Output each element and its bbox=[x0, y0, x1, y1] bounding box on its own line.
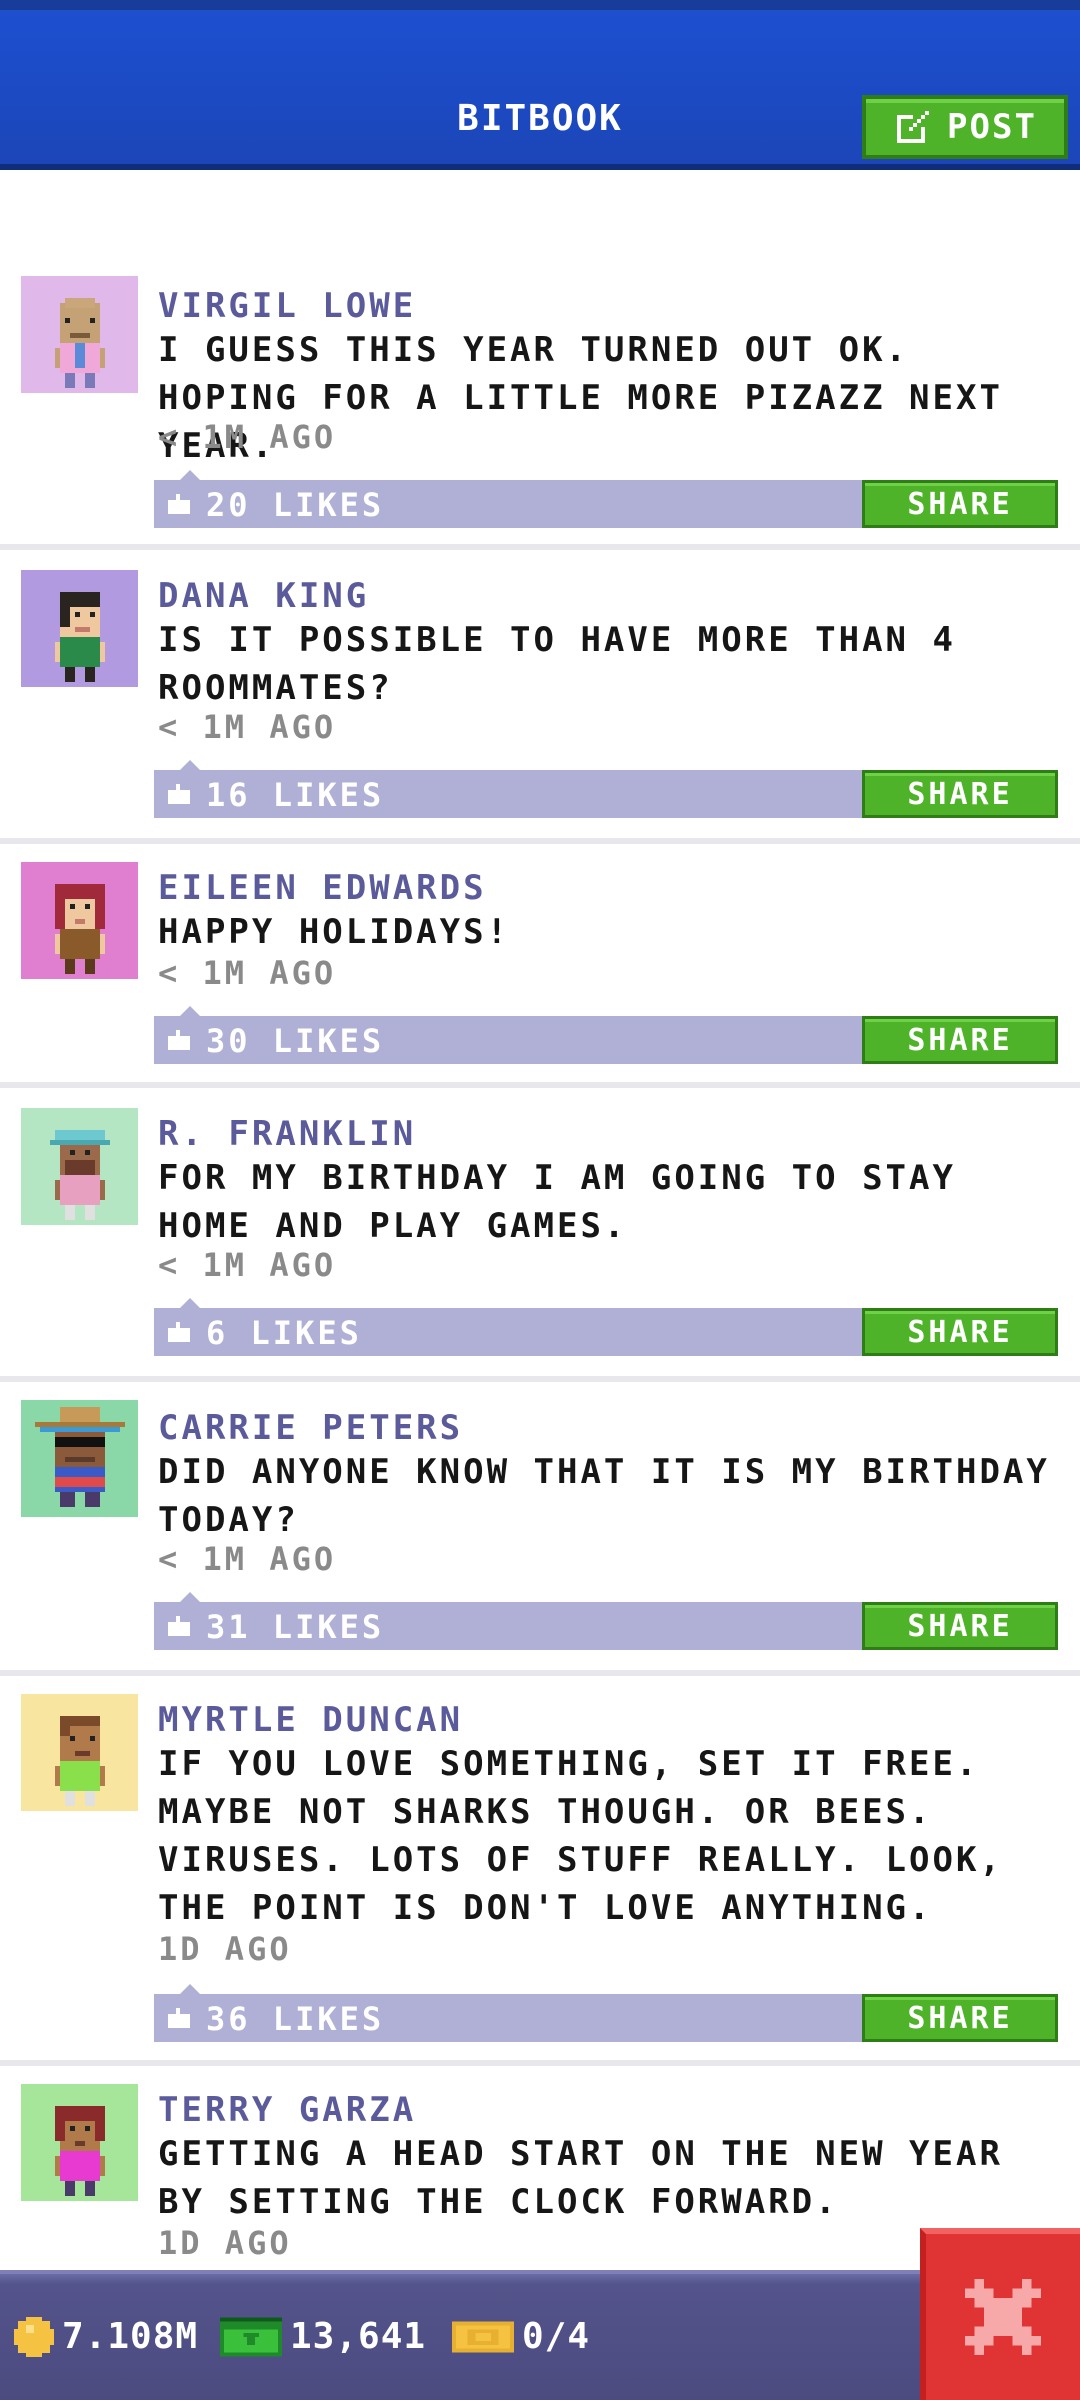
post-button-label: POST bbox=[947, 107, 1037, 147]
post-timestamp: < 1M AGO bbox=[158, 1540, 337, 1578]
like-bar-notch bbox=[180, 760, 200, 770]
post-author: EILEEN EDWARDS bbox=[158, 868, 487, 908]
like-bar: 31 LIKES SHARE bbox=[154, 1592, 1058, 1650]
post-author: TERRY GARZA bbox=[158, 2090, 417, 2130]
feed-post: TERRY GARZA GETTING A HEAD START ON THE … bbox=[0, 2066, 1080, 2270]
feed-post: MYRTLE DUNCAN IF YOU LOVE SOMETHING, SET… bbox=[0, 1676, 1080, 2066]
like-bar-notch bbox=[180, 1298, 200, 1308]
post-author: DANA KING bbox=[158, 576, 370, 616]
post-author: CARRIE PETERS bbox=[158, 1408, 464, 1448]
likes-count: 31 LIKES bbox=[206, 1608, 385, 1646]
thumbs-up-icon bbox=[168, 1616, 190, 1636]
post-timestamp: < 1M AGO bbox=[158, 418, 337, 456]
bux-icon bbox=[220, 2317, 282, 2356]
share-button[interactable]: SHARE bbox=[862, 1308, 1058, 1356]
like-bar-notch bbox=[180, 470, 200, 480]
likes-count: 6 LIKES bbox=[206, 1314, 362, 1352]
feed-post: EILEEN EDWARDS HAPPY HOLIDAYS! < 1M AGO … bbox=[0, 844, 1080, 1088]
post-text: FOR MY BIRTHDAY I AM GOING TO STAY HOME … bbox=[158, 1158, 956, 1246]
tickets-stat: 0/4 bbox=[452, 2316, 590, 2357]
avatar bbox=[21, 1694, 138, 1811]
feed-post: DANA KING IS IT POSSIBLE TO HAVE MORE TH… bbox=[0, 550, 1080, 844]
avatar bbox=[21, 1108, 138, 1225]
avatar bbox=[21, 276, 138, 393]
close-button[interactable] bbox=[920, 2228, 1080, 2400]
thumbs-up-icon bbox=[168, 784, 190, 804]
feed-post: CARRIE PETERS DID ANYONE KNOW THAT IT IS… bbox=[0, 1382, 1080, 1676]
likes-count: 30 LIKES bbox=[206, 1022, 385, 1060]
bux-stat: 13,641 bbox=[220, 2316, 426, 2357]
coins-stat: 7.108M bbox=[14, 2316, 198, 2357]
like-bar: 20 LIKES SHARE bbox=[154, 470, 1058, 528]
avatar bbox=[21, 1400, 138, 1517]
likes-count: 36 LIKES bbox=[206, 2000, 385, 2038]
feed-list[interactable]: VIRGIL LOWE I GUESS THIS YEAR TURNED OUT… bbox=[0, 176, 1080, 2270]
post-timestamp: 1D AGO bbox=[158, 1930, 292, 1968]
like-bar: 16 LIKES SHARE bbox=[154, 760, 1058, 818]
share-button[interactable]: SHARE bbox=[862, 1994, 1058, 2042]
tickets-value: 0/4 bbox=[522, 2316, 591, 2357]
like-bar: 30 LIKES SHARE bbox=[154, 1006, 1058, 1064]
feed-post: R. FRANKLIN FOR MY BIRTHDAY I AM GOING T… bbox=[0, 1088, 1080, 1382]
avatar bbox=[21, 862, 138, 979]
like-bar-notch bbox=[180, 1006, 200, 1016]
post-timestamp: 1D AGO bbox=[158, 2224, 292, 2262]
post-button[interactable]: POST bbox=[862, 95, 1068, 159]
post-author: R. FRANKLIN bbox=[158, 1114, 417, 1154]
close-icon bbox=[965, 2279, 1041, 2355]
like-bar: 36 LIKES SHARE bbox=[154, 1984, 1058, 2042]
share-button[interactable]: SHARE bbox=[862, 480, 1058, 528]
post-timestamp: < 1M AGO bbox=[158, 708, 337, 746]
post-author: MYRTLE DUNCAN bbox=[158, 1700, 464, 1740]
status-bar: 7.108M 13,641 0/4 bbox=[0, 2270, 1080, 2400]
likes-count: 16 LIKES bbox=[206, 776, 385, 814]
post-text: IS IT POSSIBLE TO HAVE MORE THAN 4 ROOMM… bbox=[158, 620, 956, 708]
post-author: VIRGIL LOWE bbox=[158, 286, 417, 326]
app-header: BITBOOK POST bbox=[0, 0, 1080, 170]
thumbs-up-icon bbox=[168, 1030, 190, 1050]
post-text: IF YOU LOVE SOMETHING, SET IT FREE. MAYB… bbox=[158, 1744, 1003, 1928]
thumbs-up-icon bbox=[168, 2008, 190, 2028]
share-button[interactable]: SHARE bbox=[862, 1602, 1058, 1650]
avatar bbox=[21, 570, 138, 687]
thumbs-up-icon bbox=[168, 494, 190, 514]
post-text: HAPPY HOLIDAYS! bbox=[158, 912, 511, 952]
ticket-icon bbox=[452, 2321, 514, 2352]
status-strip bbox=[0, 0, 1080, 10]
feed-post: VIRGIL LOWE I GUESS THIS YEAR TURNED OUT… bbox=[0, 260, 1080, 550]
post-text: DID ANYONE KNOW THAT IT IS MY BIRTHDAY T… bbox=[158, 1452, 1050, 1540]
share-button[interactable]: SHARE bbox=[862, 1016, 1058, 1064]
post-text: GETTING A HEAD START ON THE NEW YEAR BY … bbox=[158, 2134, 1003, 2222]
like-bar: 6 LIKES SHARE bbox=[154, 1298, 1058, 1356]
coins-value: 7.108M bbox=[62, 2316, 199, 2357]
likes-count: 20 LIKES bbox=[206, 486, 385, 524]
like-bar-notch bbox=[180, 1984, 200, 1994]
bux-value: 13,641 bbox=[290, 2316, 427, 2357]
edit-icon bbox=[893, 107, 933, 147]
like-bar-notch bbox=[180, 1592, 200, 1602]
post-timestamp: < 1M AGO bbox=[158, 954, 337, 992]
avatar bbox=[21, 2084, 138, 2201]
share-button[interactable]: SHARE bbox=[862, 770, 1058, 818]
thumbs-up-icon bbox=[168, 1322, 190, 1342]
post-timestamp: < 1M AGO bbox=[158, 1246, 337, 1284]
coin-icon bbox=[14, 2316, 54, 2357]
